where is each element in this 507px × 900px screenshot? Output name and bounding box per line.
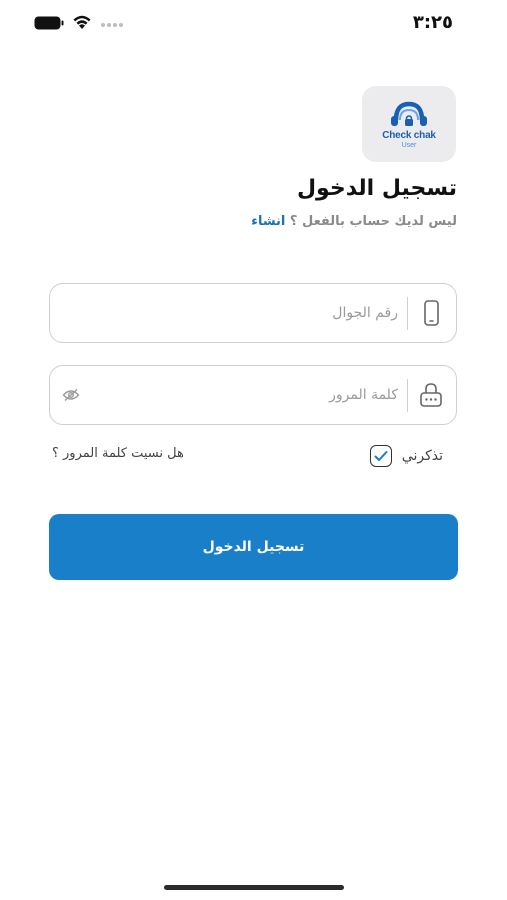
phone-field[interactable] [49,283,457,343]
battery-icon [34,16,64,30]
logo-subtitle: User [401,142,417,149]
forgot-password-link[interactable]: هل نسيت كلمة المرور ؟ [52,446,184,461]
lock-icon [420,383,442,407]
signal-dots-icon [101,23,123,27]
page-title: تسجيل الدخول [296,176,457,201]
signup-prompt: ليس لديك حساب بالفعل ؟ انشاء [251,214,457,229]
status-bar: ٣:٢٥ [0,0,507,48]
password-input[interactable] [108,366,398,424]
status-time: ٣:٢٥ [412,12,453,33]
phone-input[interactable] [108,284,398,342]
signup-link[interactable]: انشاء [251,214,285,229]
eye-off-icon[interactable] [62,388,80,402]
no-account-text: ليس لديك حساب بالفعل ؟ [289,214,457,229]
password-field-divider [407,379,408,412]
app-logo: Check chak User [362,86,456,162]
phone-field-divider [407,297,408,330]
checkmark-icon [374,451,388,461]
home-indicator[interactable] [164,885,344,890]
logo-name: Check chak [382,130,436,141]
phone-icon [424,300,439,326]
login-button[interactable]: تسجيل الدخول [49,514,458,580]
remember-me-row[interactable]: تذكرني [369,444,443,468]
password-field[interactable] [49,365,457,425]
remember-me-label: تذكرني [401,448,443,464]
logo-headset-icon [391,101,427,126]
wifi-icon [73,15,91,29]
remember-me-checkbox[interactable] [369,445,392,467]
